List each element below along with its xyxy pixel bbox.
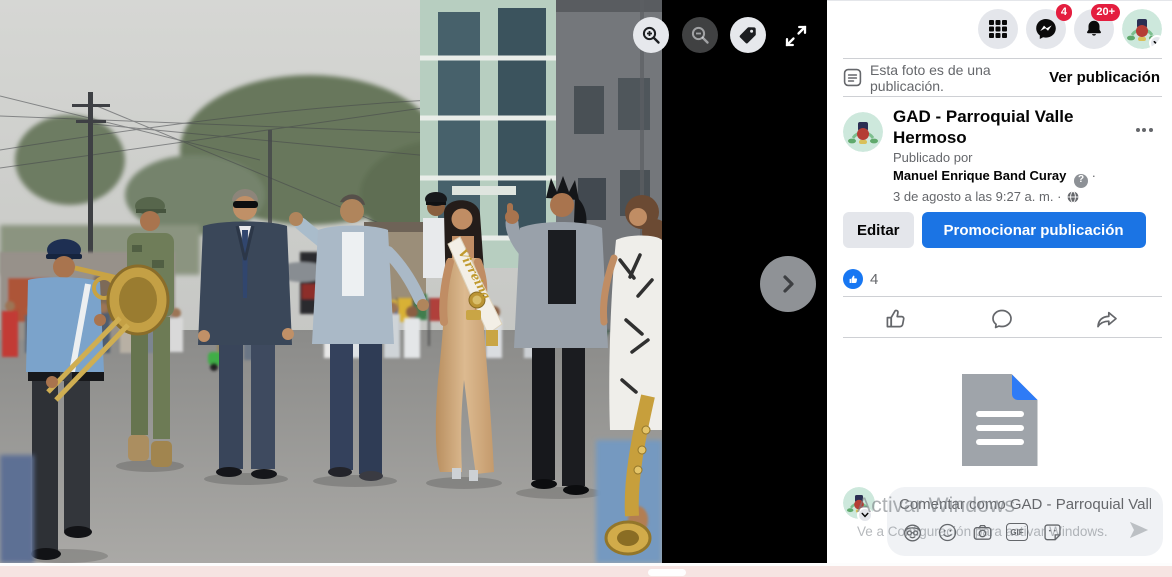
messenger-icon <box>1034 17 1058 41</box>
composer-identity-button[interactable] <box>843 487 875 519</box>
chevron-right-icon <box>776 272 800 296</box>
share-arrow-icon <box>1095 307 1119 331</box>
share-action-button[interactable] <box>1054 300 1160 337</box>
attachment-area <box>827 374 1172 466</box>
bottom-strip <box>0 563 1172 577</box>
like-count[interactable]: 4 <box>870 271 878 288</box>
camera-button[interactable] <box>971 521 993 543</box>
like-reaction-icon[interactable] <box>843 269 863 289</box>
comment-composer: GIF <box>843 487 1163 556</box>
magnifier-plus-icon <box>641 25 661 45</box>
published-by-label: Publicado por <box>893 149 1128 168</box>
send-arrow-icon <box>1128 520 1150 540</box>
divider <box>843 96 1162 97</box>
reactions-summary: 4 <box>843 269 878 289</box>
emoji-button[interactable] <box>936 521 958 543</box>
profile-menu-button[interactable] <box>1122 9 1162 49</box>
post-note-icon <box>843 68 862 87</box>
meta-separator: · <box>1092 168 1096 183</box>
gif-button[interactable]: GIF <box>1006 521 1028 543</box>
diagonal-expand-arrows-icon <box>783 23 809 49</box>
comment-action-button[interactable] <box>949 300 1055 337</box>
comment-input-box[interactable]: GIF <box>887 487 1163 556</box>
fullscreen-button[interactable] <box>779 19 813 53</box>
chevron-down-icon <box>857 507 873 523</box>
grid-menu-icon <box>988 19 1008 39</box>
post-options-button[interactable] <box>1128 114 1160 146</box>
photo-from-post-banner: Esta foto es de una publicación. Ver pub… <box>827 59 1172 96</box>
messenger-button[interactable]: 4 <box>1026 9 1066 49</box>
view-post-link[interactable]: Ver publicación <box>1049 69 1160 86</box>
parade-photo-art: Virreina <box>0 0 662 563</box>
meta-separator: · <box>1057 189 1061 204</box>
page-avatar[interactable] <box>843 112 883 152</box>
messenger-badge: 4 <box>1056 4 1072 21</box>
like-action-button[interactable] <box>843 300 949 337</box>
edit-button[interactable]: Editar <box>843 212 914 248</box>
avatar-sticker-button[interactable] <box>901 521 923 543</box>
photo-viewer-page: Virreina <box>0 0 1172 577</box>
tag-photo-button[interactable] <box>730 17 766 53</box>
zoom-out-button[interactable] <box>682 17 718 53</box>
promote-post-button[interactable]: Promocionar publicación <box>922 212 1146 248</box>
gif-label: GIF <box>1006 523 1028 541</box>
post-header: GAD - Parroquial Valle Hermoso Publicado… <box>843 106 1160 206</box>
chevron-down-icon <box>1149 35 1162 49</box>
banner-text: Esta foto es de una publicación. <box>870 62 1049 94</box>
divider <box>843 296 1162 297</box>
price-tag-icon <box>738 25 758 45</box>
ellipsis-icon <box>1136 128 1140 132</box>
help-icon[interactable]: ? <box>1074 174 1088 188</box>
facebook-topbar: 4 20+ <box>827 0 1172 58</box>
notifications-button[interactable]: 20+ <box>1074 9 1114 49</box>
page-avatar-image <box>843 112 883 152</box>
comment-input[interactable] <box>899 496 1151 513</box>
next-photo-button[interactable] <box>760 256 816 312</box>
ellipsis-icon <box>1149 128 1153 132</box>
ellipsis-icon <box>1142 128 1146 132</box>
magnifier-minus-icon <box>690 25 710 45</box>
globe-privacy-icon <box>1067 191 1079 203</box>
send-comment-button[interactable] <box>1128 520 1150 545</box>
document-placeholder-icon <box>962 374 1038 466</box>
sticker-button[interactable] <box>1041 521 1063 543</box>
zoom-in-button[interactable] <box>633 17 669 53</box>
divider <box>843 337 1162 338</box>
page-name-link[interactable]: GAD - Parroquial Valle Hermoso <box>893 106 1128 149</box>
comment-bubble-icon <box>990 307 1014 331</box>
bell-icon <box>1083 18 1105 40</box>
horizontal-scrollbar-thumb[interactable] <box>648 569 686 576</box>
notifications-badge: 20+ <box>1091 4 1120 21</box>
apps-menu-button[interactable] <box>978 9 1018 49</box>
post-timestamp[interactable]: 3 de agosto a las 9:27 a. m. <box>893 189 1053 204</box>
thumbs-up-icon <box>884 307 908 331</box>
post-sidebar: 4 20+ <box>827 0 1172 563</box>
author-link[interactable]: Manuel Enrique Band Curay <box>893 168 1066 183</box>
parade-photo[interactable]: Virreina <box>0 0 662 563</box>
photo-stage: Virreina <box>0 0 827 563</box>
post-action-bar <box>843 300 1160 337</box>
